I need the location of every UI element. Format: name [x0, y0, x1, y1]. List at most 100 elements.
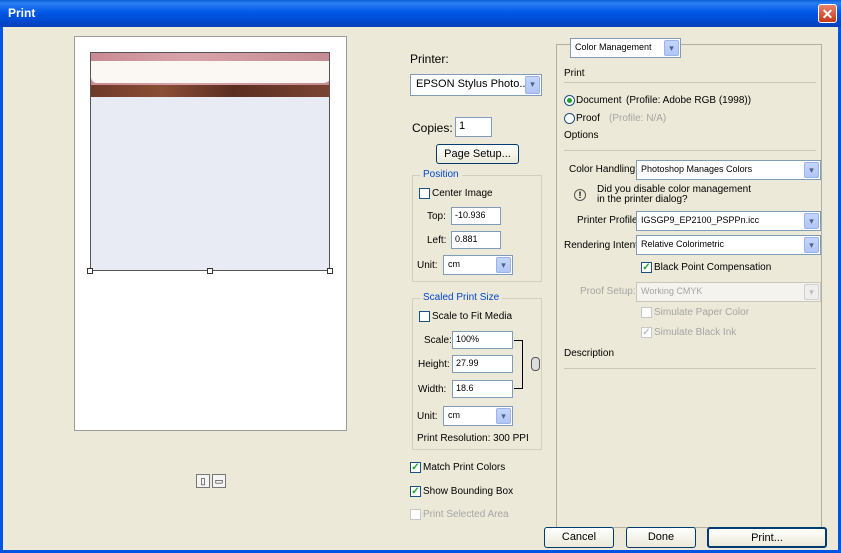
checkmark-icon: ✓ — [411, 462, 420, 473]
top-input[interactable]: -10.936 — [451, 207, 501, 225]
preview-image[interactable] — [91, 53, 329, 97]
simulate-paper-color-label: Simulate Paper Color — [654, 307, 750, 318]
scaled-unit-select[interactable]: cm ▾ — [443, 406, 513, 426]
rendering-intent-label: Rendering Intent: — [564, 240, 641, 251]
scale-to-fit-label: Scale to Fit Media — [432, 311, 513, 322]
print-heading: Print — [564, 68, 585, 79]
document-profile-text: (Profile: Adobe RGB (1998)) — [626, 95, 752, 106]
center-image-checkbox[interactable] — [419, 188, 430, 199]
chevron-down-icon: ▾ — [804, 162, 819, 178]
printer-profile-select[interactable]: IGSGP9_EP2100_PSPPn.icc ▾ — [636, 211, 821, 231]
proof-profile-text: (Profile: N/A) — [609, 113, 667, 124]
scaled-print-size-legend: Scaled Print Size — [420, 292, 503, 303]
proof-setup-label: Proof Setup: — [580, 286, 636, 297]
panel-mode-select[interactable]: Color Management ▾ — [570, 38, 681, 58]
proof-setup-select[interactable]: Working CMYK ▾ — [636, 282, 821, 302]
page-setup-button[interactable]: Page Setup... — [436, 144, 519, 164]
image-lower-band — [91, 85, 329, 97]
chevron-down-icon: ▾ — [664, 40, 679, 56]
print-resolution-text: Print Resolution: 300 PPI — [417, 433, 529, 444]
proof-label: Proof — [576, 113, 600, 124]
landscape-orientation-button[interactable]: ▭ — [212, 474, 226, 488]
scaled-unit-label: Unit: — [417, 411, 438, 422]
link-icon[interactable] — [531, 357, 540, 371]
width-label: Width: — [418, 384, 447, 395]
print-button[interactable]: Print... — [707, 527, 827, 548]
scaled-unit-value: cm — [448, 410, 460, 420]
scale-label: Scale: — [424, 335, 452, 346]
title-bar: Print ✕ — [0, 0, 841, 27]
warning-glyph: ! — [578, 190, 582, 200]
chevron-down-icon: ▾ — [496, 408, 511, 424]
show-bounding-box-checkbox[interactable]: ✓ — [410, 486, 421, 497]
position-unit-label: Unit: — [417, 260, 438, 271]
copies-input[interactable]: 1 — [455, 117, 492, 137]
simulate-black-ink-checkbox[interactable]: ✓ — [641, 327, 652, 338]
options-heading: Options — [564, 130, 599, 141]
simulate-black-ink-label: Simulate Black Ink — [654, 327, 737, 338]
portrait-orientation-button[interactable]: ▯ — [196, 474, 210, 488]
chevron-down-icon: ▾ — [804, 237, 819, 253]
description-heading: Description — [564, 348, 615, 359]
chevron-down-icon: ▾ — [804, 284, 819, 300]
window-frame-left — [0, 27, 3, 553]
landscape-icon: ▭ — [214, 476, 224, 486]
color-handling-value: Photoshop Manages Colors — [641, 164, 753, 174]
width-input[interactable]: 18.6 — [452, 380, 513, 398]
warning-line-2: in the printer dialog? — [597, 194, 688, 205]
top-label: Top: — [427, 211, 446, 222]
options-divider — [564, 150, 816, 151]
checkmark-icon: ✓ — [642, 262, 651, 273]
bounding-box-handle-left[interactable] — [87, 268, 93, 274]
match-print-colors-label: Match Print Colors — [423, 462, 506, 473]
chevron-down-icon: ▾ — [496, 257, 511, 273]
checkmark-icon: ✓ — [411, 486, 420, 497]
height-input[interactable]: 27.99 — [452, 355, 513, 373]
bounding-box-handle-right[interactable] — [327, 268, 333, 274]
scale-to-fit-checkbox[interactable] — [419, 311, 430, 322]
bounding-box-handle-bottom[interactable] — [207, 268, 213, 274]
show-bounding-box-label: Show Bounding Box — [423, 486, 514, 497]
proof-radio[interactable] — [564, 113, 575, 124]
panel-mode-value: Color Management — [575, 42, 652, 52]
black-point-compensation-label: Black Point Compensation — [654, 262, 772, 273]
radio-selected-dot — [567, 98, 572, 103]
print-divider — [564, 82, 816, 83]
chevron-down-icon: ▾ — [525, 76, 540, 94]
printer-label: Printer: — [410, 52, 449, 66]
close-icon: ✕ — [821, 6, 834, 22]
simulate-paper-color-checkbox[interactable] — [641, 307, 652, 318]
position-unit-value: cm — [448, 259, 460, 269]
printer-profile-label: Printer Profile: — [577, 215, 641, 226]
cancel-button[interactable]: Cancel — [544, 527, 614, 548]
scale-input[interactable]: 100% — [452, 331, 513, 349]
document-radio[interactable] — [564, 95, 575, 106]
position-legend: Position — [420, 169, 462, 180]
close-button[interactable]: ✕ — [818, 4, 837, 23]
document-label: Document — [576, 95, 622, 106]
match-print-colors-checkbox[interactable]: ✓ — [410, 462, 421, 473]
checkmark-icon: ✓ — [642, 327, 651, 338]
height-label: Height: — [418, 359, 450, 370]
position-unit-select[interactable]: cm ▾ — [443, 255, 513, 275]
printer-select-value: EPSON Stylus Photo... — [416, 78, 529, 90]
portrait-icon: ▯ — [200, 476, 206, 486]
rendering-intent-value: Relative Colorimetric — [641, 239, 725, 249]
description-divider — [564, 368, 816, 369]
copies-label: Copies: — [412, 121, 453, 135]
print-selected-area-checkbox[interactable] — [410, 509, 421, 520]
left-label: Left: — [427, 235, 447, 246]
color-handling-label: Color Handling: — [569, 164, 638, 175]
done-button[interactable]: Done — [626, 527, 696, 548]
printer-profile-value: IGSGP9_EP2100_PSPPn.icc — [641, 215, 760, 225]
proof-setup-value: Working CMYK — [641, 286, 703, 296]
warning-icon: ! — [574, 189, 586, 201]
black-point-compensation-checkbox[interactable]: ✓ — [641, 262, 652, 273]
center-image-label: Center Image — [432, 188, 493, 199]
rendering-intent-select[interactable]: Relative Colorimetric ▾ — [636, 235, 821, 255]
window-title: Print — [8, 6, 36, 20]
chevron-down-icon: ▾ — [804, 213, 819, 229]
left-input[interactable]: 0.881 — [451, 231, 501, 249]
printer-select[interactable]: EPSON Stylus Photo... ▾ — [410, 74, 542, 96]
color-handling-select[interactable]: Photoshop Manages Colors ▾ — [636, 160, 821, 180]
